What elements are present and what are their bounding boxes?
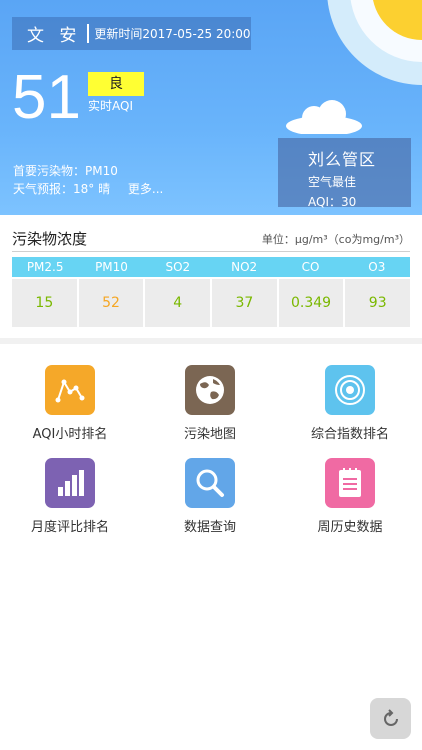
- section-divider: [0, 338, 422, 344]
- refresh-button[interactable]: [370, 698, 411, 739]
- pollutant-table: PM2.5 PM10 SO2 NO2 CO O3 15 52 4 37 0.34…: [12, 257, 411, 327]
- column-header: PM2.5: [26, 260, 64, 274]
- pollutant-table-row: 15 52 4 37 0.349 93: [12, 279, 411, 327]
- bar-chart-icon: [45, 458, 95, 508]
- station-aqi: AQI：30: [308, 195, 357, 209]
- city-selector[interactable]: 文 安 更新时间2017-05-25 20:00: [12, 17, 251, 50]
- concentration-unit: 单位：μg/m³（co为mg/m³）: [261, 233, 410, 246]
- menu-label: 数据查询: [183, 520, 236, 535]
- pollutant-value: 52: [78, 279, 144, 327]
- aqi-header: 文 安 更新时间2017-05-25 20:00 51 良 实时AQI 首要污染…: [0, 0, 422, 215]
- aqi-level-badge: 良: [88, 72, 144, 96]
- more-link[interactable]: 更多...: [128, 182, 163, 196]
- cloud-icon: [286, 100, 362, 134]
- menu-label: 污染地图: [183, 427, 236, 442]
- line-graph-icon: [45, 365, 95, 415]
- column-header: CO: [301, 260, 320, 274]
- concentration-title: 污染物浓度: [12, 230, 88, 248]
- city-name: 文 安: [27, 26, 82, 46]
- best-station-card[interactable]: 刘么管区 空气最佳 AQI：30: [278, 138, 411, 209]
- menu-pollution-map[interactable]: 污染地图: [140, 365, 280, 442]
- station-status: 空气最佳: [308, 175, 357, 189]
- menu-composite-index-ranking[interactable]: 综合指数排名: [280, 365, 420, 442]
- column-header: NO2: [231, 260, 258, 274]
- pollutant-value: 15: [12, 279, 77, 327]
- column-header: SO2: [165, 260, 191, 274]
- weather-forecast: 天气预报：18° 晴 更多...: [13, 180, 163, 197]
- pollutant-value: 0.349: [278, 279, 344, 327]
- menu-label: 月度评比排名: [30, 520, 109, 535]
- menu-aqi-hourly-ranking[interactable]: AQI小时排名: [0, 365, 140, 442]
- sun-icon: [327, 0, 422, 85]
- refresh-icon: [383, 708, 398, 726]
- forecast-text: 天气预报：18° 晴: [13, 182, 111, 196]
- pollutant-table-header: PM2.5 PM10 SO2 NO2 CO O3: [12, 257, 410, 277]
- pollutant-value: 4: [145, 279, 211, 327]
- pollutant-value: 93: [345, 279, 411, 327]
- menu-data-query[interactable]: 数据查询: [140, 458, 280, 535]
- station-name: 刘么管区: [308, 150, 377, 169]
- divider: [87, 24, 90, 43]
- menu-label: AQI小时排名: [32, 427, 108, 442]
- menu-weekly-history[interactable]: 周历史数据: [280, 458, 420, 535]
- globe-icon: [185, 365, 235, 415]
- target-icon: [325, 365, 375, 415]
- column-header: PM10: [95, 260, 128, 274]
- menu-monthly-ranking[interactable]: 月度评比排名: [0, 458, 140, 535]
- concentration-header: 污染物浓度 单位：μg/m³（co为mg/m³）: [12, 228, 410, 252]
- column-header: O3: [368, 260, 386, 274]
- aqi-value: 51: [12, 63, 81, 132]
- pollutant-value: 37: [212, 279, 277, 327]
- primary-pollutant: 首要污染物：PM10: [13, 164, 118, 178]
- search-icon: [185, 458, 235, 508]
- document-icon: [325, 458, 375, 508]
- app-root: 文 安 更新时间2017-05-25 20:00 51 良 实时AQI 首要污染…: [0, 0, 422, 750]
- aqi-caption: 实时AQI: [88, 99, 133, 113]
- menu-label: 周历史数据: [317, 520, 383, 535]
- update-time: 更新时间2017-05-25 20:00: [94, 27, 251, 41]
- menu-label: 综合指数排名: [310, 427, 389, 442]
